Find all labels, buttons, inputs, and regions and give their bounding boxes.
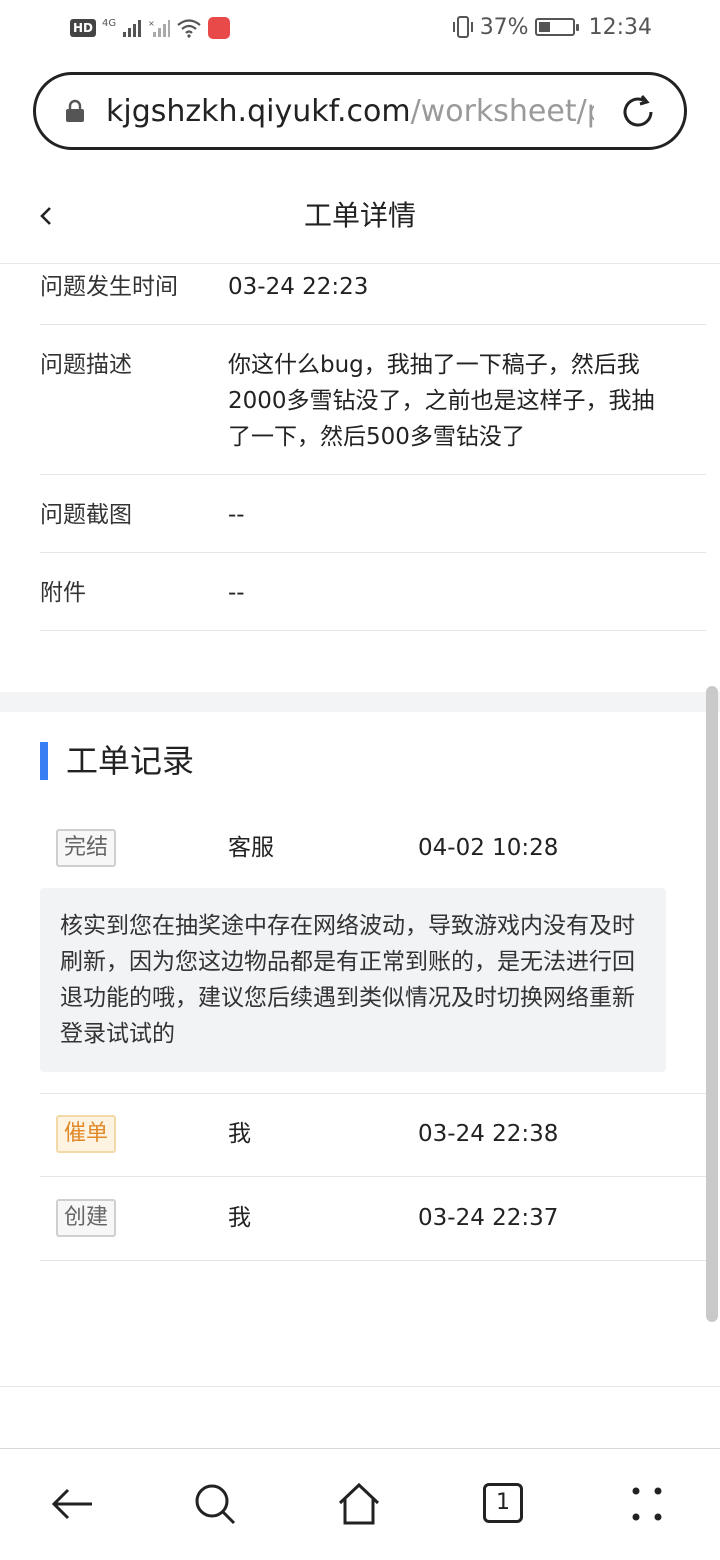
attachment-label: 附件 <box>40 580 86 606</box>
back-arrow-icon[interactable] <box>48 1479 98 1529</box>
record-tag-created: 创建 <box>56 1199 117 1237</box>
divider <box>40 630 706 631</box>
clock: 12:34 <box>588 14 652 40</box>
record-tag-urge: 催单 <box>56 1115 117 1153</box>
home-icon[interactable] <box>334 1479 384 1529</box>
record-actor: 客服 <box>228 835 274 861</box>
network-type-label: 4G <box>102 17 117 29</box>
record-time: 04-02 10:28 <box>418 835 559 861</box>
status-bar: HD 4G × 37% 12:34 <box>0 0 720 56</box>
time-value: 03-24 22:23 <box>228 274 369 300</box>
vibrate-icon <box>452 16 473 38</box>
search-icon[interactable] <box>190 1479 240 1529</box>
address-bar[interactable]: kjgshzkh.qiyukf.com/worksheet/pa <box>33 72 687 150</box>
screenshot-label: 问题截图 <box>40 502 132 528</box>
tabs-icon[interactable]: 1 <box>483 1483 523 1523</box>
lock-icon <box>66 99 84 122</box>
records-title: 工单记录 <box>66 742 195 780</box>
bottom-navigation: 1 <box>0 1449 720 1560</box>
url-host: kjgshzkh.qiyukf.com <box>106 94 411 129</box>
page-header: 工单详情 <box>0 180 720 264</box>
record-time: 03-24 22:37 <box>418 1205 559 1231</box>
signal-icon <box>123 20 142 37</box>
record-time: 03-24 22:38 <box>418 1121 559 1147</box>
url-path: /worksheet/pa <box>410 94 594 129</box>
scrollbar[interactable] <box>706 686 718 1322</box>
time-label: 问题发生时间 <box>40 274 178 300</box>
section-gap <box>0 692 720 712</box>
description-label: 问题描述 <box>40 352 132 378</box>
page-title: 工单详情 <box>303 199 416 232</box>
signal-secondary-icon: × <box>148 19 171 37</box>
battery-fill <box>538 22 551 32</box>
screenshot-value: -- <box>228 502 245 528</box>
status-left: HD 4G × <box>70 14 231 42</box>
svg-text:×: × <box>148 19 155 28</box>
wifi-icon <box>177 19 201 38</box>
battery-icon <box>534 18 579 36</box>
divider <box>40 324 706 325</box>
record-actor: 我 <box>228 1121 251 1147</box>
detail-row-time: 问题发生时间 03-24 22:23 <box>40 265 706 325</box>
battery-percent: 37% <box>479 14 529 40</box>
divider <box>40 1176 706 1177</box>
more-icon[interactable] <box>622 1479 672 1529</box>
record-actor: 我 <box>228 1205 251 1231</box>
app-notification-icon <box>208 17 231 39</box>
section-accent-bar <box>40 742 48 780</box>
reload-icon[interactable] <box>618 92 658 132</box>
divider <box>0 1386 720 1387</box>
status-right: 37% 12:34 <box>452 12 652 42</box>
hd-badge: HD <box>70 19 97 37</box>
description-value: 你这什么bug，我抽了一下稿子，然后我2000多雪钻没了，之前也是这样子，我抽了… <box>228 352 655 450</box>
divider <box>40 1093 706 1094</box>
divider <box>40 474 706 475</box>
record-note: 核实到您在抽奖途中存在网络波动，导致游戏内没有及时刷新，因为您这边物品都是有正常… <box>40 888 666 1072</box>
divider <box>40 1260 706 1261</box>
divider <box>40 552 706 553</box>
record-tag-completed: 完结 <box>56 829 117 867</box>
url-text[interactable]: kjgshzkh.qiyukf.com/worksheet/pa <box>106 93 594 131</box>
attachment-value: -- <box>228 580 245 606</box>
